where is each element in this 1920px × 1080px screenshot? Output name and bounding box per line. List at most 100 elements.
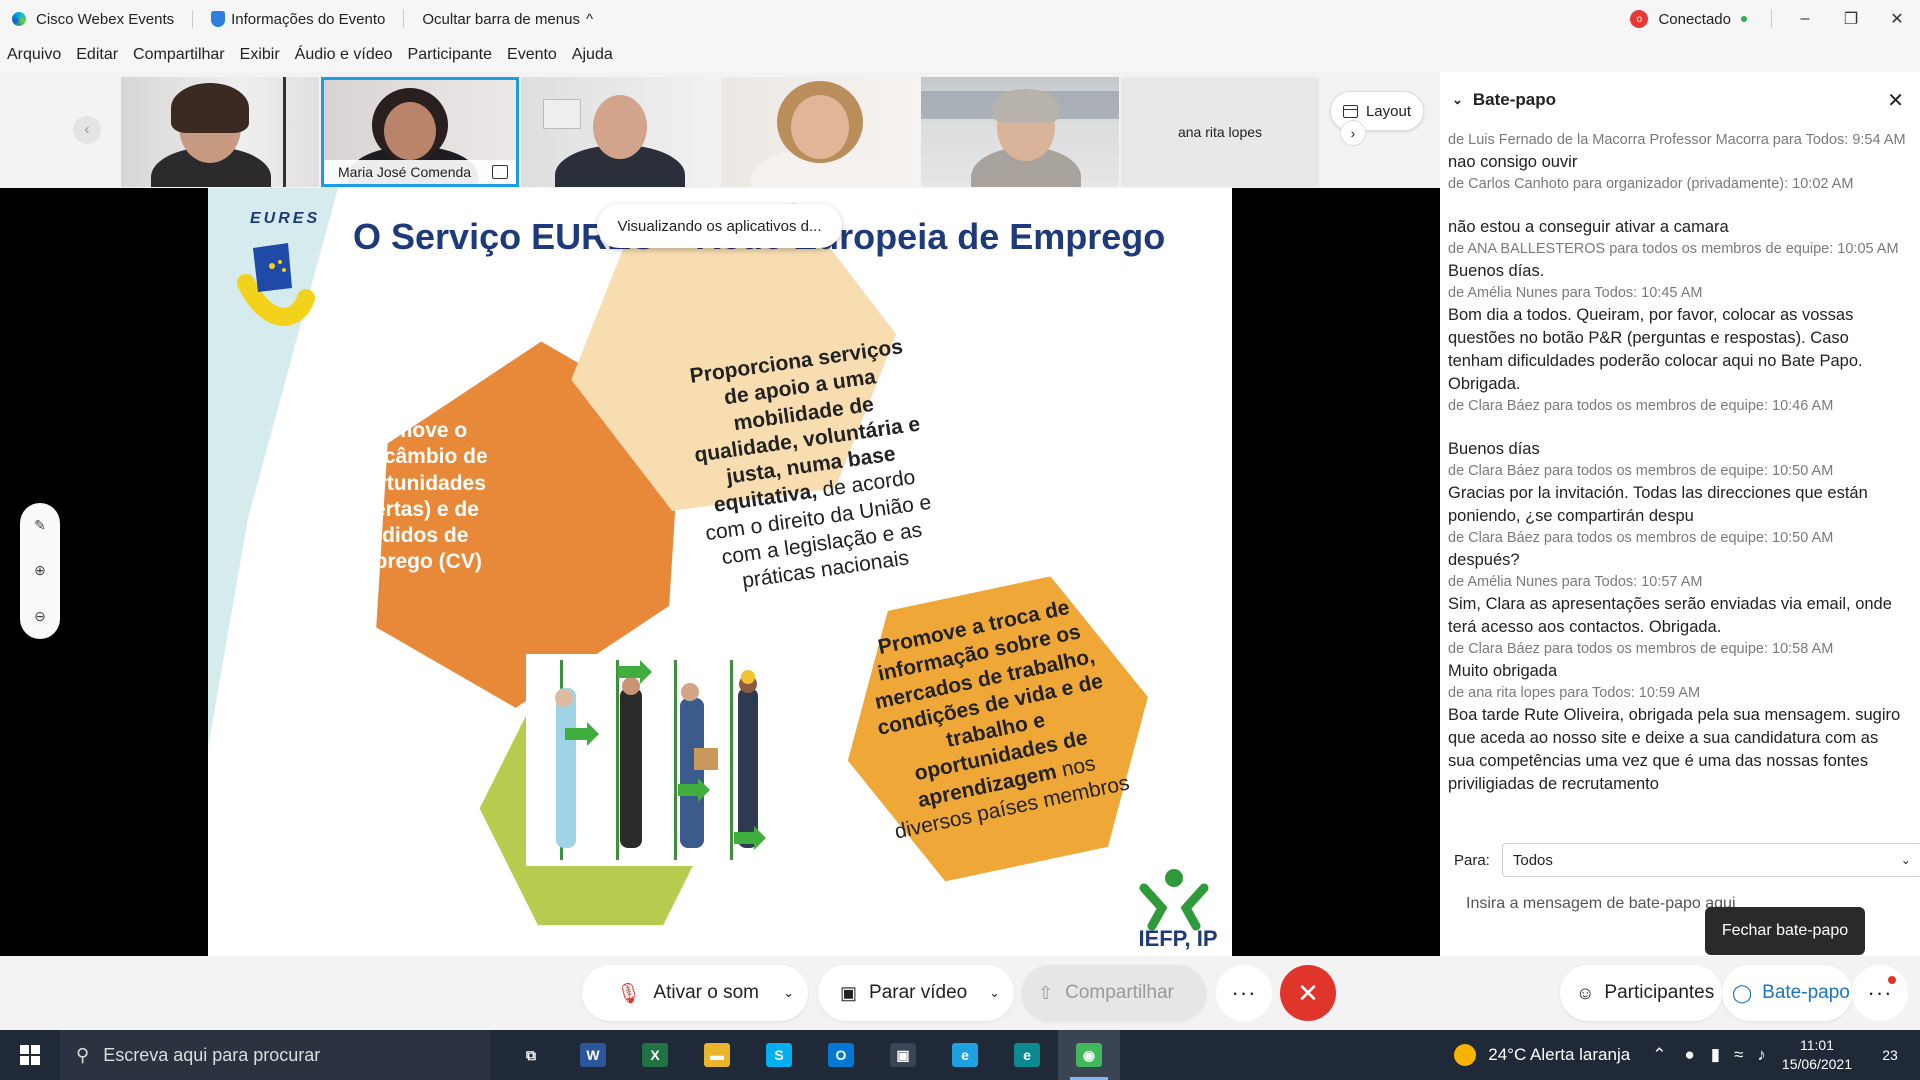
taskbar-app-excel[interactable]: X	[624, 1030, 686, 1080]
taskbar-app-edge[interactable]: e	[996, 1030, 1058, 1080]
zoom-in-icon[interactable]: ⊕	[34, 562, 46, 579]
chat-message-meta: de Clara Báez para todos os membros de e…	[1448, 641, 1834, 657]
taskbar-app-word[interactable]: W	[562, 1030, 624, 1080]
taskbar-app-internet-explorer[interactable]: e	[934, 1030, 996, 1080]
chat-label: Bate-papo	[1762, 982, 1850, 1003]
recipient-value: Todos	[1512, 851, 1553, 869]
chat-message-meta: de Clara Báez para todos os membros de e…	[1448, 530, 1834, 546]
app-name: Cisco Webex Events	[36, 10, 175, 28]
participant-video[interactable]	[721, 77, 919, 187]
share-label: Compartilhar	[1065, 982, 1174, 1003]
menu-arquivo[interactable]: Arquivo	[7, 46, 61, 64]
notification-center-button[interactable]: 23	[1870, 1047, 1910, 1063]
iefp-logo: IEFP, IP	[1138, 926, 1218, 952]
menu-participante[interactable]: Participante	[408, 46, 493, 64]
participant-name: Maria José Comenda	[338, 164, 472, 180]
annotate-icon[interactable]: ✎	[34, 517, 46, 534]
weather-icon	[1454, 1044, 1477, 1066]
participant-video[interactable]	[121, 77, 319, 187]
recipient-select[interactable]: Todos ⌄	[1501, 843, 1920, 877]
taskbar-search[interactable]: ⚲ Escreva aqui para procurar	[60, 1030, 490, 1080]
weather-text[interactable]: 24°C Alerta laranja	[1488, 1045, 1630, 1065]
more-options-button[interactable]: ···	[1216, 965, 1272, 1021]
close-chat-icon[interactable]: ✕	[1887, 88, 1904, 113]
participant-tile-no-video[interactable]: ana rita lopes	[1121, 77, 1319, 187]
start-button[interactable]	[0, 1030, 60, 1080]
word-icon: W	[580, 1043, 606, 1067]
chat-message-meta: de ANA BALLESTEROS para todos os membros…	[1448, 241, 1899, 257]
hide-menu-label: Ocultar barra de menus	[422, 10, 580, 28]
chat-message-body: Buenos días.	[1448, 262, 1545, 280]
microphone-icon[interactable]: ●	[1684, 1045, 1694, 1065]
menu-exibir[interactable]: Exibir	[240, 46, 280, 64]
menu-ajuda[interactable]: Ajuda	[572, 46, 613, 64]
leave-meeting-button[interactable]: ✕	[1280, 965, 1336, 1021]
participant-video-active[interactable]: Maria José Comenda	[321, 77, 519, 187]
next-participants-button[interactable]: ›	[1340, 120, 1366, 146]
screen-share-icon	[492, 165, 508, 179]
chat-message-meta: de Luis Fernado de la Macorra Professor …	[1448, 132, 1906, 148]
volume-icon[interactable]: ♪	[1757, 1045, 1766, 1065]
taskbar-app-outlook[interactable]: O	[810, 1030, 872, 1080]
system-tray: 24°C Alerta laranja ⌃ ● ▮ ≈ ♪ 11:01 15/0…	[1454, 1030, 1920, 1080]
skype-icon: S	[766, 1043, 792, 1067]
chat-bubble-icon: ◯	[1732, 982, 1753, 1003]
participant-video[interactable]	[521, 77, 719, 187]
taskbar-app-file-explorer[interactable]: ▬	[686, 1030, 748, 1080]
stop-video-button[interactable]: ▣ Parar vídeo ⌄	[818, 965, 1014, 1021]
battery-icon[interactable]: ▮	[1711, 1045, 1720, 1065]
connection-status[interactable]: Conectado	[1658, 11, 1731, 28]
chat-title: Bate-papo	[1472, 90, 1557, 109]
minimize-button[interactable]: –	[1782, 0, 1828, 38]
wifi-icon[interactable]: ≈	[1734, 1045, 1743, 1065]
windows-taskbar: ⚲ Escreva aqui para procurar ⧉ W X ▬ S O ▣ e e ◉ …	[0, 1030, 1920, 1080]
system-clock[interactable]: 11:01 15/06/2021	[1782, 1036, 1852, 1074]
taskbar-app-skype[interactable]: S	[748, 1030, 810, 1080]
menu-audio-video[interactable]: Áudio e vídeo	[295, 46, 393, 64]
chat-message-meta: de Clara Báez para todos os membros de e…	[1448, 463, 1834, 479]
zoom-out-icon[interactable]: ⊖	[34, 608, 46, 625]
unmute-button[interactable]: 🎙 Ativar o som ⌄	[582, 965, 808, 1021]
close-window-button[interactable]: ✕	[1874, 0, 1920, 38]
chat-message-input[interactable]: Insira a mensagem de bate-papo aqui	[1466, 895, 1736, 913]
search-icon: ⚲	[76, 1044, 90, 1065]
taskbar-app-store[interactable]: ▣	[872, 1030, 934, 1080]
annotation-toolbar: ✎ ⊕ ⊖	[20, 503, 60, 639]
taskbar-app-webex[interactable]: ◉	[1058, 1030, 1120, 1080]
chevron-left-icon: ‹	[84, 121, 90, 138]
chat-message-list[interactable]: de Luis Fernado de la Macorra Professor …	[1448, 130, 1908, 888]
windows-logo-icon	[20, 1045, 40, 1065]
chat-message-meta: de ana rita lopes para Todos: 10:59 AM	[1448, 685, 1701, 701]
connection-status-icon: o	[1630, 10, 1649, 28]
participant-video[interactable]	[921, 77, 1119, 187]
viewing-apps-banner[interactable]: Visualizando os aplicativos d...	[597, 204, 842, 248]
hex-top-text: Proporciona serviços de apoio a uma mobi…	[678, 333, 945, 600]
search-placeholder: Escreva aqui para procurar	[103, 1044, 321, 1065]
divider	[403, 10, 405, 28]
taskbar-app-task-view[interactable]: ⧉	[500, 1030, 562, 1080]
menu-editar[interactable]: Editar	[76, 46, 118, 64]
menu-evento[interactable]: Evento	[507, 46, 557, 64]
chevron-down-icon[interactable]: ⌄	[1452, 92, 1463, 108]
chat-message-body: Buenos días	[1448, 440, 1540, 458]
excel-icon: X	[642, 1043, 668, 1067]
hide-menu-bar-button[interactable]: Ocultar barra de menus ^	[422, 11, 593, 28]
chevron-up-icon[interactable]: ⌃	[1652, 1045, 1666, 1065]
chevron-down-icon[interactable]: ⌄	[783, 985, 794, 1001]
panel-more-button[interactable]: ···	[1852, 965, 1908, 1021]
participants-button[interactable]: ☺ Participantes	[1560, 965, 1722, 1021]
hex-left-text: Promove o intercâmbio de oportunidades (…	[338, 419, 488, 574]
prev-participants-button[interactable]: ‹	[73, 116, 101, 144]
unmute-label: Ativar o som	[653, 982, 759, 1003]
menu-compartilhar[interactable]: Compartilhar	[133, 46, 225, 64]
chat-message-meta: de Clara Báez para todos os membros de e…	[1448, 398, 1834, 414]
event-info-button[interactable]: Informações do Evento	[211, 11, 385, 28]
participant-name: ana rita lopes	[1177, 124, 1263, 140]
chevron-down-icon[interactable]: ⌄	[989, 985, 1000, 1001]
more-icon: ···	[1867, 980, 1893, 1005]
chat-button[interactable]: ◯ Bate-papo	[1722, 965, 1852, 1021]
share-button[interactable]: ⇧ Compartilhar	[1022, 965, 1206, 1021]
restore-button[interactable]: ❐	[1828, 0, 1874, 38]
chat-message-body: Sim, Clara as apresentações serão enviad…	[1448, 595, 1892, 636]
chat-panel: ⌄ Bate-papo ✕ de Luis Fernado de la Maco…	[1440, 72, 1920, 956]
